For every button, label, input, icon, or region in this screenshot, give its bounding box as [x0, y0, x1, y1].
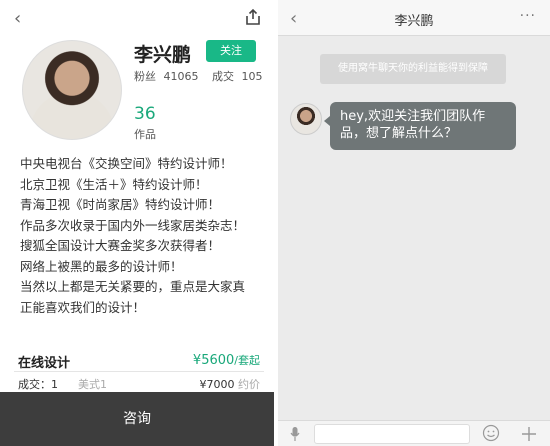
system-notice: 使用窝牛聊天你的利益能得到保障 — [320, 54, 506, 84]
bio-line: 搜狐全国设计大赛金奖多次获得者！ — [20, 238, 221, 253]
profile-name: 李兴鹏 — [134, 44, 192, 66]
deal-price: ¥7000 约价 — [200, 376, 261, 392]
more-icon[interactable]: ··· — [520, 8, 536, 24]
share-icon[interactable] — [244, 8, 262, 26]
deal-price-note: 约价 — [238, 378, 260, 391]
deal-label: 成交：1 — [18, 378, 58, 391]
service-price: ¥5600/套起 — [193, 352, 260, 368]
chat-header: ‹ 李兴鹏 ··· — [278, 0, 550, 36]
bio-line: 当然以上都是无关紧要的，重点是大家真 — [20, 279, 246, 294]
deal-name: 美式1 — [78, 378, 107, 391]
service-price-unit: /套起 — [234, 354, 260, 367]
profile-bio: 中央电视台《交换空间》特约设计师！ 北京卫视《生活＋》特约设计师！ 青海卫视《时… — [20, 154, 270, 318]
microphone-icon[interactable] — [290, 426, 300, 442]
divider — [14, 371, 264, 372]
works-count[interactable]: 36 — [134, 104, 156, 124]
message-bubble: hey,欢迎关注我们团队作品，想了解点什么？ — [324, 102, 516, 150]
consult-button[interactable]: 咨询 — [0, 392, 274, 446]
service-title: 在线设计 — [18, 356, 71, 371]
bio-line: 作品多次收录于国内外一线家居类杂志！ — [20, 217, 246, 233]
plus-icon[interactable] — [520, 425, 538, 443]
chat-input-bar — [278, 420, 550, 446]
follow-button[interactable]: 关注 — [206, 40, 256, 62]
deals-label: 成交 — [212, 70, 234, 83]
bio-line: 正能喜欢我们的设计！ — [20, 299, 146, 315]
fans-label: 粉丝 — [134, 70, 156, 83]
profile-panel: ‹ 李兴鹏 关注 粉丝 41065 成交 105 36 作品 中央电视台《交换空… — [0, 0, 274, 446]
message-input[interactable] — [314, 424, 470, 444]
deals-count: 105 — [241, 70, 263, 83]
chat-title: 李兴鹏 — [394, 14, 434, 29]
bio-line: 网络上被黑的最多的设计师！ — [20, 258, 183, 274]
works-label: 作品 — [134, 128, 156, 141]
chat-panel: ‹ 李兴鹏 ··· 使用窝牛聊天你的利益能得到保障 hey,欢迎关注我们团队作品… — [278, 0, 550, 446]
deal-price-value: ¥7000 — [199, 378, 235, 391]
avatar[interactable] — [290, 103, 322, 135]
back-icon[interactable]: ‹ — [14, 8, 21, 29]
service-price-value: ¥5600 — [192, 353, 235, 368]
fans-count: 41065 — [163, 70, 199, 83]
emoji-icon[interactable] — [482, 424, 500, 442]
avatar[interactable] — [22, 40, 122, 140]
bio-line: 北京卫视《生活＋》特约设计师！ — [20, 176, 208, 192]
profile-stats: 粉丝 41065 成交 105 — [134, 68, 267, 84]
bio-line: 青海卫视《时尚家居》特约设计师！ — [20, 197, 221, 212]
bio-line: 中央电视台《交换空间》特约设计师！ — [20, 156, 233, 171]
